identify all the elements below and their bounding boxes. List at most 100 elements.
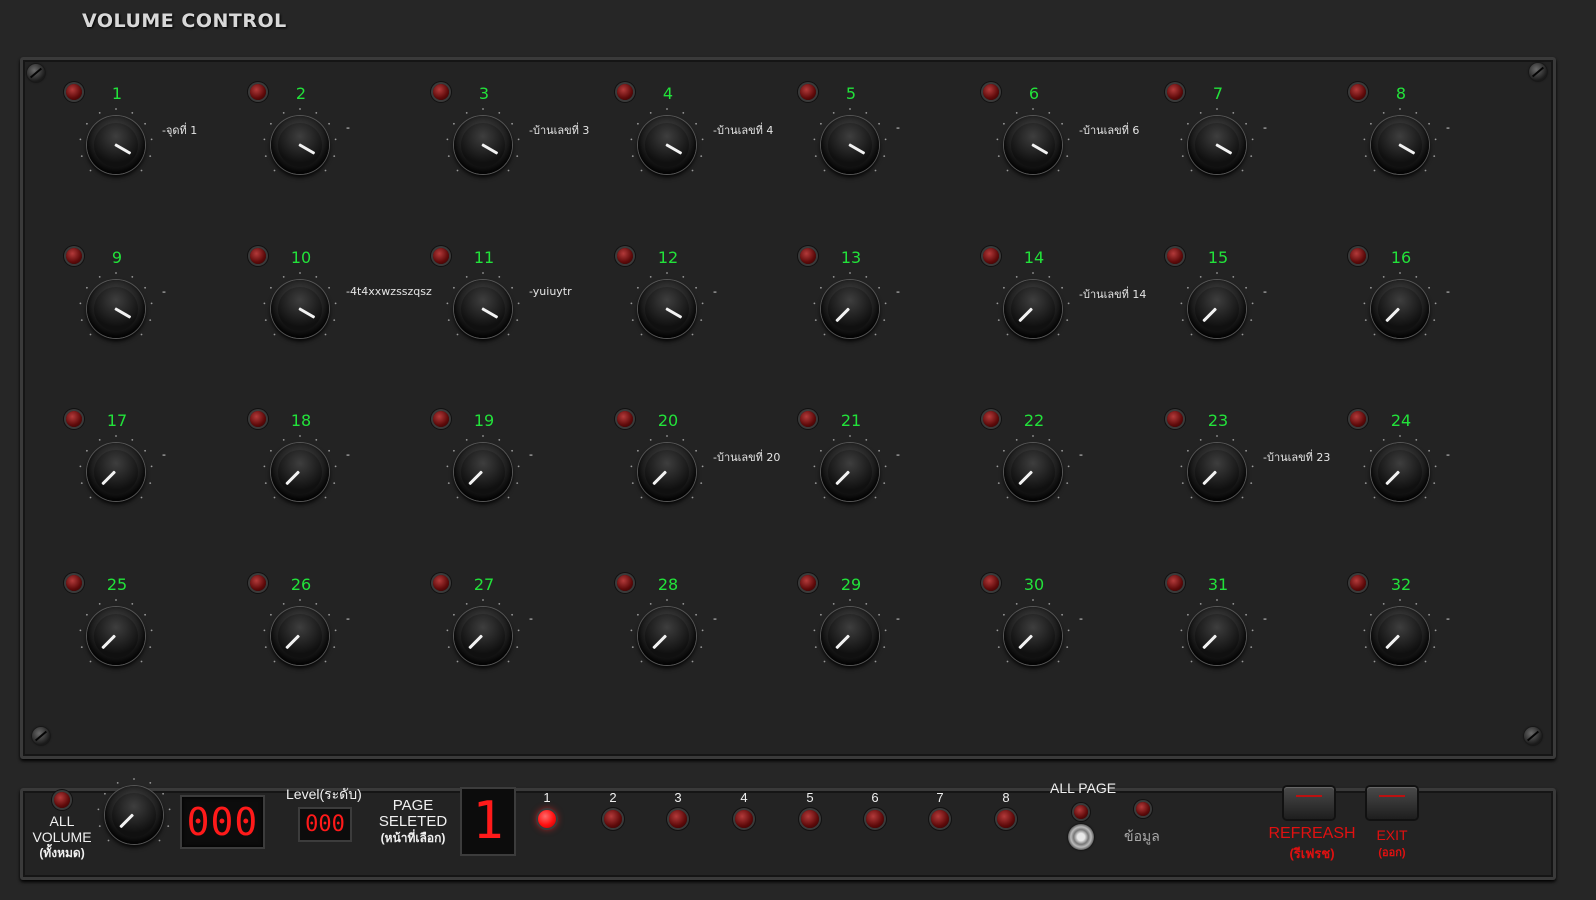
volume-knob[interactable]: [995, 598, 1071, 674]
channel-led[interactable]: [433, 575, 449, 591]
page-led[interactable]: [604, 810, 622, 828]
volume-knob[interactable]: [262, 107, 338, 183]
channel-led[interactable]: [617, 411, 633, 427]
volume-knob[interactable]: [445, 107, 521, 183]
channel-led[interactable]: [800, 84, 816, 100]
channel-led[interactable]: [983, 84, 999, 100]
volume-knob[interactable]: [1179, 598, 1255, 674]
volume-knob[interactable]: [629, 598, 705, 674]
channel-led[interactable]: [250, 84, 266, 100]
channel-led[interactable]: [1350, 84, 1366, 100]
volume-knob[interactable]: [812, 598, 888, 674]
volume-knob[interactable]: [629, 271, 705, 347]
page-button-2[interactable]: 2: [598, 790, 628, 828]
all-volume-knob[interactable]: [96, 777, 172, 853]
channel-led[interactable]: [1350, 575, 1366, 591]
channel-led[interactable]: [983, 248, 999, 264]
page-button-8[interactable]: 8: [991, 790, 1021, 828]
volume-knob[interactable]: [1362, 271, 1438, 347]
page-number: 1: [543, 790, 551, 805]
page-led[interactable]: [866, 810, 884, 828]
channel-label: -: [1446, 285, 1450, 298]
volume-knob[interactable]: [995, 107, 1071, 183]
volume-knob[interactable]: [445, 434, 521, 510]
channel-led[interactable]: [250, 248, 266, 264]
all-page-toggle-switch[interactable]: [1068, 824, 1094, 850]
channel-led[interactable]: [66, 84, 82, 100]
page-led[interactable]: [997, 810, 1015, 828]
channel-led[interactable]: [983, 411, 999, 427]
refresh-button[interactable]: [1284, 787, 1334, 819]
channel-led[interactable]: [250, 411, 266, 427]
channel-led[interactable]: [983, 575, 999, 591]
page-button-7[interactable]: 7: [925, 790, 955, 828]
channel-led[interactable]: [433, 84, 449, 100]
channel-number: 32: [1390, 575, 1412, 594]
page-led[interactable]: [735, 810, 753, 828]
level-display: 000: [298, 807, 352, 842]
page-button-5[interactable]: 5: [795, 790, 825, 828]
exit-button[interactable]: [1367, 787, 1417, 819]
channel-led[interactable]: [433, 248, 449, 264]
channel-8: 8-: [1314, 62, 1464, 174]
all-page-label: ALL PAGE: [1050, 780, 1117, 796]
volume-knob[interactable]: [629, 434, 705, 510]
channel-led[interactable]: [433, 411, 449, 427]
volume-knob[interactable]: [995, 271, 1071, 347]
channel-label: -: [1263, 612, 1267, 625]
page-led[interactable]: [538, 810, 556, 828]
channel-led[interactable]: [1167, 84, 1183, 100]
info-led[interactable]: [1136, 802, 1150, 816]
volume-knob[interactable]: [629, 107, 705, 183]
channel-led[interactable]: [1350, 411, 1366, 427]
channel-led[interactable]: [1167, 248, 1183, 264]
volume-knob[interactable]: [812, 434, 888, 510]
channel-led[interactable]: [617, 575, 633, 591]
page-led[interactable]: [669, 810, 687, 828]
channel-led[interactable]: [617, 84, 633, 100]
info-label[interactable]: ข้อมูล: [1124, 826, 1160, 848]
channel-led[interactable]: [1167, 575, 1183, 591]
volume-knob[interactable]: [78, 434, 154, 510]
volume-knob[interactable]: [78, 271, 154, 347]
channel-led[interactable]: [800, 575, 816, 591]
volume-knob[interactable]: [812, 271, 888, 347]
channel-led[interactable]: [66, 575, 82, 591]
volume-knob[interactable]: [1179, 434, 1255, 510]
volume-knob[interactable]: [445, 271, 521, 347]
volume-knob[interactable]: [262, 598, 338, 674]
channel-number: 22: [1023, 411, 1045, 430]
channel-led[interactable]: [617, 248, 633, 264]
volume-knob[interactable]: [1179, 271, 1255, 347]
volume-knob[interactable]: [1362, 598, 1438, 674]
volume-knob[interactable]: [445, 598, 521, 674]
channel-led[interactable]: [250, 575, 266, 591]
volume-knob[interactable]: [262, 271, 338, 347]
volume-knob[interactable]: [78, 107, 154, 183]
channel-led[interactable]: [1167, 411, 1183, 427]
volume-knob[interactable]: [1179, 107, 1255, 183]
channel-4: 4 -บ้านเลขที่ 4: [581, 62, 773, 174]
volume-knob[interactable]: [262, 434, 338, 510]
channel-led[interactable]: [1350, 248, 1366, 264]
page-button-3[interactable]: 3: [663, 790, 693, 828]
channel-led[interactable]: [800, 248, 816, 264]
page-button-1[interactable]: 1: [532, 790, 562, 828]
channel-number: 29: [840, 575, 862, 594]
channel-led[interactable]: [66, 411, 82, 427]
all-page-led[interactable]: [1074, 805, 1088, 819]
all-volume-led[interactable]: [54, 792, 70, 808]
volume-knob[interactable]: [995, 434, 1071, 510]
page-button-6[interactable]: 6: [860, 790, 890, 828]
volume-knob[interactable]: [78, 598, 154, 674]
channel-led[interactable]: [66, 248, 82, 264]
channel-13: 13 -: [764, 226, 914, 338]
channel-led[interactable]: [800, 411, 816, 427]
page-led[interactable]: [931, 810, 949, 828]
volume-knob[interactable]: [1362, 434, 1438, 510]
volume-knob[interactable]: [1362, 107, 1438, 183]
volume-knob[interactable]: [812, 107, 888, 183]
page-number: 7: [936, 790, 944, 805]
page-button-4[interactable]: 4: [729, 790, 759, 828]
page-led[interactable]: [801, 810, 819, 828]
